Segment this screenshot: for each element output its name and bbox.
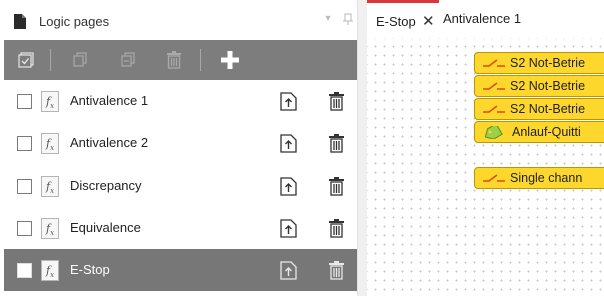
- trash-icon[interactable]: [328, 134, 345, 153]
- export-icon[interactable]: [280, 134, 297, 153]
- tab-label: Antivalence 1: [443, 11, 522, 26]
- switch-icon: [483, 59, 505, 67]
- list-item-label: Discrepancy: [70, 178, 142, 193]
- block-label: S2 Not-Betrie: [510, 102, 586, 116]
- block-label: S2 Not-Betrie: [510, 56, 586, 70]
- logic-pages-panel: Logic pages ▾ fx Antivalence 1 fx Antiva…: [0, 0, 357, 296]
- duplicate-icon: [121, 52, 135, 67]
- export-icon[interactable]: [280, 261, 297, 280]
- tab-e-stop[interactable]: E-Stop ✕: [367, 0, 439, 38]
- pin-icon[interactable]: [341, 12, 355, 26]
- checkbox[interactable]: [17, 221, 32, 236]
- checkbox[interactable]: [17, 263, 32, 278]
- tag-icon: [484, 126, 503, 139]
- toolbar-separator: [50, 49, 51, 71]
- function-subscript: x: [50, 271, 55, 280]
- function-icon: fx: [41, 260, 59, 281]
- tab-label: E-Stop: [376, 14, 416, 29]
- page-icon: [14, 14, 26, 29]
- switch-icon: [483, 82, 505, 90]
- export-icon[interactable]: [280, 177, 297, 196]
- select-all-icon: [18, 52, 34, 68]
- add-icon: [221, 51, 239, 69]
- function-icon: fx: [41, 176, 59, 197]
- duplicate-button[interactable]: [116, 48, 140, 72]
- list-item-label: E-Stop: [70, 262, 110, 277]
- trash-icon[interactable]: [328, 261, 345, 280]
- function-subscript: x: [50, 144, 55, 153]
- function-subscript: x: [50, 102, 55, 111]
- list-item-label: Equivalence: [70, 220, 141, 235]
- function-icon: fx: [41, 218, 59, 239]
- panel-header: Logic pages ▾: [0, 0, 357, 40]
- list-item[interactable]: fx Discrepancy: [4, 165, 357, 207]
- toolbar-separator: [200, 49, 201, 71]
- logic-block[interactable]: Anlauf-Quitti: [474, 121, 604, 143]
- switch-icon: [483, 105, 505, 113]
- panel-splitter[interactable]: [357, 0, 367, 296]
- export-icon[interactable]: [280, 92, 297, 111]
- panel-toolbar: [4, 40, 357, 80]
- close-icon[interactable]: ✕: [422, 12, 435, 30]
- trash-icon[interactable]: [328, 219, 345, 238]
- select-all-button[interactable]: [14, 48, 38, 72]
- list-item-label: Antivalence 2: [70, 135, 149, 150]
- delete-button[interactable]: [162, 48, 186, 72]
- function-icon: fx: [41, 91, 59, 112]
- block-label: Single chann: [510, 171, 583, 185]
- copy-button[interactable]: [68, 48, 92, 72]
- checkbox[interactable]: [17, 136, 32, 151]
- list-item[interactable]: fx Equivalence: [4, 207, 357, 249]
- function-subscript: x: [50, 229, 55, 238]
- add-button[interactable]: [218, 48, 242, 72]
- trash-icon[interactable]: [328, 177, 345, 196]
- checkbox[interactable]: [17, 179, 32, 194]
- delete-icon: [167, 51, 181, 69]
- block-label: Anlauf-Quitti: [512, 125, 581, 139]
- panel-title: Logic pages: [39, 14, 110, 29]
- logic-editor: E-Stop ✕ Antivalence 1 S2 Not-Betrie S2 N…: [367, 0, 604, 296]
- dropdown-icon[interactable]: ▾: [321, 12, 335, 26]
- list-item-label: Antivalence 1: [70, 93, 149, 108]
- function-icon: fx: [41, 133, 59, 154]
- tab-antivalence-1[interactable]: Antivalence 1: [439, 0, 559, 38]
- logic-block[interactable]: Single chann: [474, 167, 604, 189]
- list-item[interactable]: fx Antivalence 2: [4, 122, 357, 164]
- list-item[interactable]: fx Antivalence 1: [4, 80, 357, 122]
- block-label: S2 Not-Betrie: [510, 79, 586, 93]
- logic-canvas[interactable]: S2 Not-Betrie S2 Not-Betrie S2 Not-Betrie A…: [367, 38, 604, 296]
- tab-bar: E-Stop ✕ Antivalence 1: [367, 0, 604, 38]
- copy-icon: [73, 52, 87, 67]
- switch-icon: [483, 174, 505, 182]
- logic-block[interactable]: S2 Not-Betrie: [474, 98, 604, 120]
- export-icon[interactable]: [280, 219, 297, 238]
- list-item[interactable]: fx E-Stop: [4, 249, 357, 291]
- function-subscript: x: [50, 187, 55, 196]
- trash-icon[interactable]: [328, 92, 345, 111]
- checkbox[interactable]: [17, 94, 32, 109]
- logic-block[interactable]: S2 Not-Betrie: [474, 75, 604, 97]
- logic-block[interactable]: S2 Not-Betrie: [474, 52, 604, 74]
